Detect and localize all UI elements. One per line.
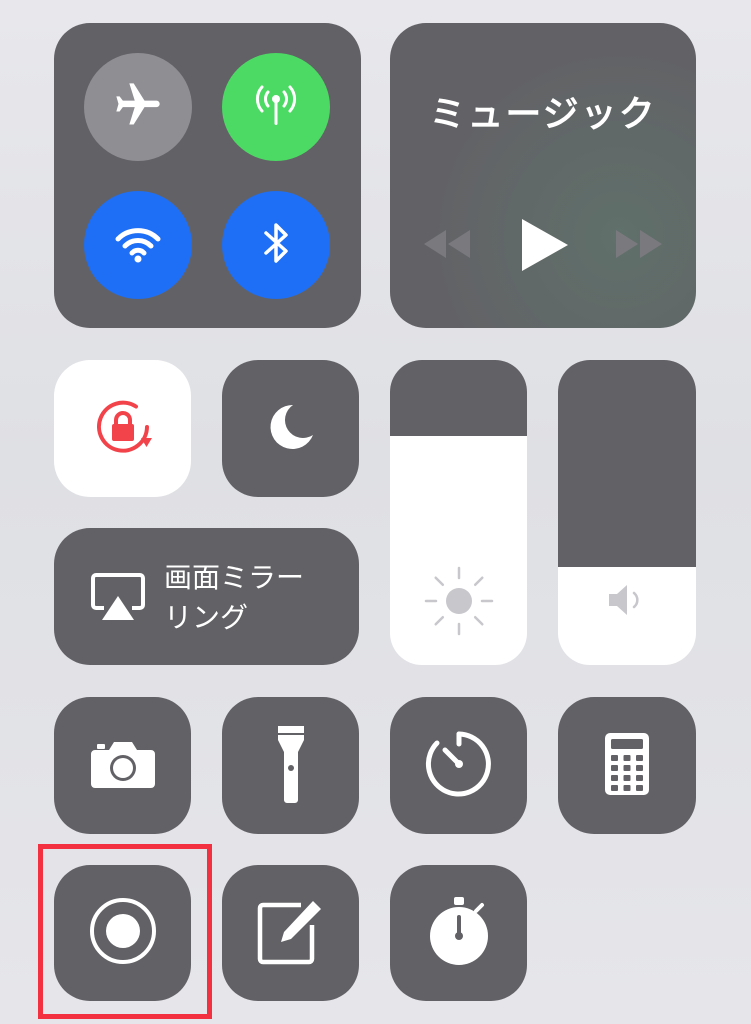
timer-icon [425, 730, 493, 802]
bluetooth-toggle[interactable] [222, 191, 330, 299]
play-icon[interactable] [518, 217, 570, 277]
notes-button[interactable] [222, 865, 359, 1001]
flashlight-icon [276, 724, 306, 808]
stopwatch-button[interactable] [390, 865, 527, 1001]
screen-mirroring-label: 画面ミラー リング [164, 558, 334, 638]
connectivity-panel [54, 23, 361, 328]
screen-recording-highlight [38, 844, 212, 1019]
flashlight-button[interactable] [222, 697, 359, 834]
brightness-slider-empty [390, 360, 527, 437]
airplane-icon [112, 79, 164, 135]
wifi-icon [110, 215, 166, 275]
notes-icon [255, 895, 327, 971]
orientation-lock-toggle[interactable] [54, 360, 191, 497]
camera-icon [89, 738, 157, 794]
wifi-toggle[interactable] [84, 191, 192, 299]
airplay-icon [90, 572, 146, 628]
speaker-icon [605, 580, 649, 624]
volume-slider[interactable] [558, 360, 696, 665]
sun-icon [422, 564, 496, 642]
calculator-icon [603, 731, 651, 801]
stopwatch-icon [426, 895, 492, 971]
moon-icon [263, 399, 319, 459]
cellular-data-toggle[interactable] [222, 53, 330, 161]
next-track-icon[interactable] [614, 227, 664, 265]
brightness-slider[interactable] [390, 360, 527, 665]
bluetooth-icon [248, 215, 304, 275]
orientation-lock-icon [88, 392, 158, 466]
calculator-button[interactable] [558, 697, 696, 834]
camera-button[interactable] [54, 697, 191, 834]
screen-mirroring-label-line2: リング [164, 601, 249, 634]
previous-track-icon[interactable] [422, 227, 472, 265]
do-not-disturb-toggle[interactable] [222, 360, 359, 497]
timer-button[interactable] [390, 697, 527, 834]
music-title: ミュージック [429, 94, 657, 135]
volume-slider-empty [558, 360, 696, 568]
music-panel[interactable]: ミュージック [390, 23, 696, 328]
screen-mirroring-label-line1: 画面ミラー [164, 561, 305, 594]
screen-mirroring-button[interactable]: 画面ミラー リング [54, 528, 359, 665]
cellular-antenna-icon [248, 77, 304, 137]
airplane-mode-toggle[interactable] [84, 53, 192, 161]
